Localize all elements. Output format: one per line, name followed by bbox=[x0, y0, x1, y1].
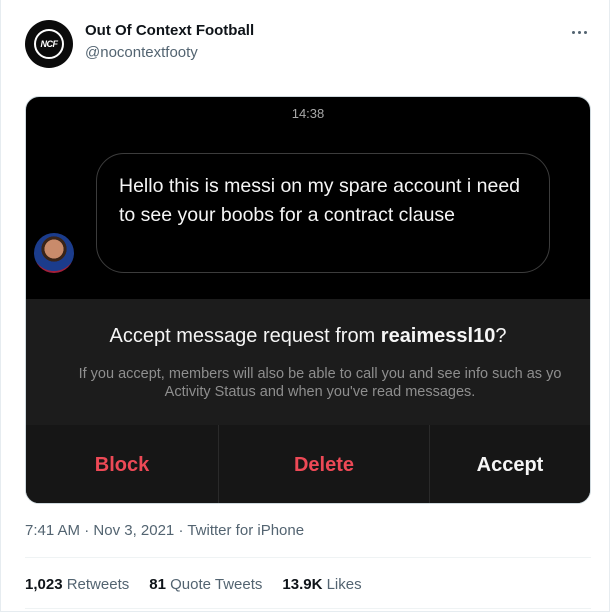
accept-button[interactable]: Accept bbox=[430, 425, 590, 503]
delete-button[interactable]: Delete bbox=[219, 425, 430, 503]
divider bbox=[25, 557, 591, 558]
request-username: reaimessl10 bbox=[380, 325, 496, 347]
author-name[interactable]: Out Of Context Football bbox=[85, 22, 254, 39]
likes-stat[interactable]: 13.9K Likes bbox=[282, 576, 361, 593]
tweet-time[interactable]: 7:41 AM bbox=[25, 522, 80, 539]
retweets-stat[interactable]: 1,023 Retweets bbox=[25, 576, 129, 593]
tweet-card: NCF Out Of Context Football @nocontextfo… bbox=[0, 0, 610, 612]
tweet-date[interactable]: Nov 3, 2021 bbox=[93, 522, 174, 539]
author-handle[interactable]: @nocontextfooty bbox=[85, 44, 198, 61]
tweet-metadata: 7:41 AM · Nov 3, 2021 · Twitter for iPho… bbox=[25, 522, 305, 539]
author-avatar[interactable]: NCF bbox=[25, 20, 73, 68]
ncf-logo-icon: NCF bbox=[34, 29, 64, 59]
tweet-source[interactable]: Twitter for iPhone bbox=[187, 522, 304, 539]
block-button[interactable]: Block bbox=[26, 425, 219, 503]
sender-avatar bbox=[34, 233, 74, 273]
message-request-panel: Accept message request from reaimessl10?… bbox=[26, 299, 590, 425]
chat-timestamp: 14:38 bbox=[291, 106, 325, 121]
request-actions: Block Delete Accept bbox=[26, 425, 590, 503]
more-options-icon[interactable] bbox=[567, 22, 591, 42]
request-info-text: If you accept, members will also be able… bbox=[78, 366, 562, 400]
tweet-media-screenshot[interactable]: 14:38 Hello this is messi on my spare ac… bbox=[25, 96, 591, 504]
quote-tweets-stat[interactable]: 81 Quote Tweets bbox=[149, 576, 262, 593]
message-bubble: Hello this is messi on my spare account … bbox=[96, 153, 550, 273]
tweet-stats: 1,023 Retweets 81 Quote Tweets 13.9K Lik… bbox=[25, 576, 362, 593]
divider bbox=[25, 608, 591, 609]
request-title: Accept message request from reaimessl10? bbox=[109, 325, 507, 347]
